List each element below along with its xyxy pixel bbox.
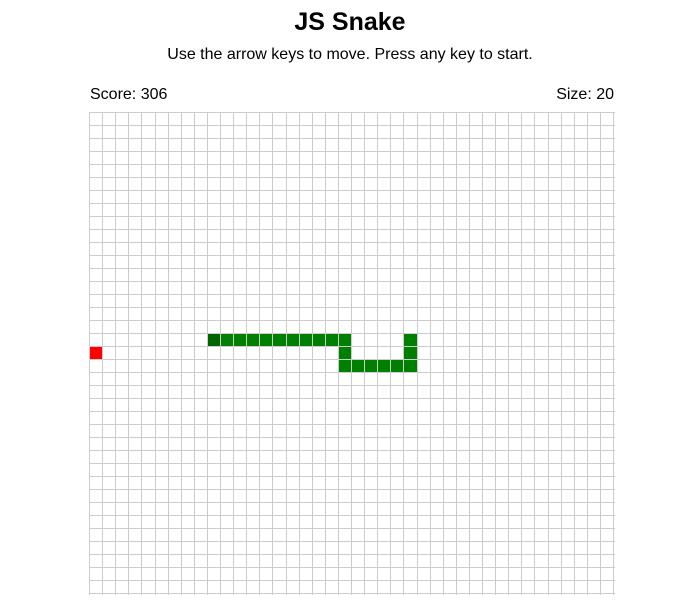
- food-pellet: [90, 347, 102, 359]
- snake-segment: [339, 334, 351, 346]
- snake-segment: [260, 334, 272, 346]
- snake-segment: [404, 334, 417, 346]
- snake-segment: [391, 360, 403, 372]
- snake-segment: [273, 334, 286, 346]
- snake-segment: [339, 347, 351, 359]
- snake-segment: [404, 360, 417, 372]
- snake-segment: [404, 347, 417, 359]
- snake-segment: [247, 334, 259, 346]
- snake-segment: [365, 360, 377, 372]
- game-board[interactable]: [89, 112, 615, 595]
- snake-head: [208, 334, 220, 346]
- score-display: Score: 306: [90, 86, 168, 103]
- snake-segment: [300, 334, 312, 346]
- snake-segment: [339, 360, 351, 372]
- snake-segment: [313, 334, 325, 346]
- instructions-text: Use the arrow keys to move. Press any ke…: [167, 46, 533, 63]
- snake-segment: [378, 360, 390, 372]
- snake-segment: [221, 334, 233, 346]
- snake-segment: [326, 334, 338, 346]
- snake-segment: [287, 334, 299, 346]
- size-display: Size: 20: [556, 86, 614, 103]
- snake-segment: [352, 360, 364, 372]
- game-title: JS Snake: [294, 8, 406, 36]
- snake-segment: [234, 334, 246, 346]
- game-board-canvas[interactable]: [89, 112, 615, 595]
